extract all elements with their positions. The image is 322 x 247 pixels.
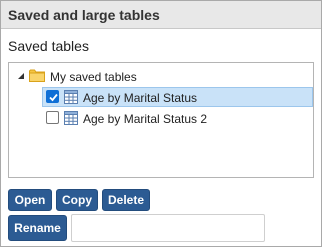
table-icon — [64, 90, 78, 104]
item-checkbox[interactable] — [46, 90, 59, 103]
folder-icon — [29, 69, 45, 82]
table-icon — [64, 111, 78, 125]
rename-input[interactable] — [71, 214, 265, 242]
tree-root-node[interactable]: My saved tables — [9, 66, 313, 86]
expand-toggle-icon[interactable] — [18, 73, 24, 79]
delete-button[interactable]: Delete — [102, 189, 150, 211]
tree-item-label: Age by Marital Status 2 — [83, 112, 208, 126]
item-checkbox[interactable] — [46, 111, 59, 124]
tree-root-label: My saved tables — [50, 70, 137, 84]
panel-header: Saved and large tables — [1, 1, 321, 29]
saved-tables-heading: Saved tables — [8, 38, 89, 54]
open-button[interactable]: Open — [8, 189, 52, 211]
copy-button[interactable]: Copy — [56, 189, 98, 211]
tree-item-age-by-marital-status[interactable]: Age by Marital Status — [9, 87, 313, 107]
tree-item-age-by-marital-status-2[interactable]: Age by Marital Status 2 — [9, 108, 313, 128]
saved-tables-tree: My saved tables Age by Marital Status Ag… — [8, 62, 314, 178]
rename-button[interactable]: Rename — [8, 215, 67, 241]
tree-item-label: Age by Marital Status — [83, 91, 198, 105]
panel-title: Saved and large tables — [8, 7, 160, 23]
saved-tables-panel: Saved and large tables Saved tables My s… — [0, 0, 322, 247]
